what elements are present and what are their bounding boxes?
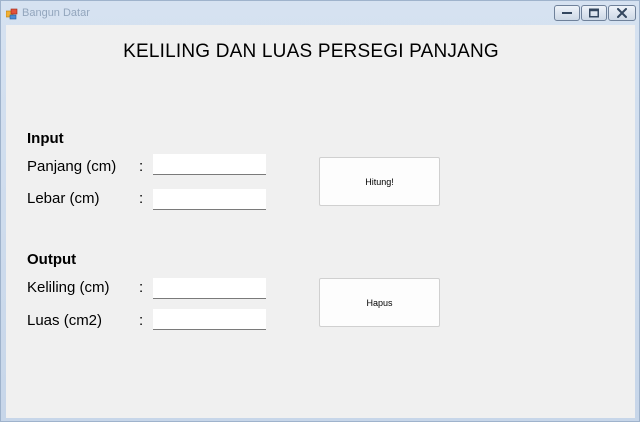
panjang-colon: : <box>139 158 144 175</box>
luas-output[interactable] <box>153 309 266 330</box>
output-section-title: Output <box>27 251 77 268</box>
lebar-colon: : <box>139 190 144 207</box>
panjang-input[interactable] <box>153 154 266 175</box>
app-window: Bangun Datar KELILING DAN LUAS PERSEGI P… <box>0 0 640 422</box>
keliling-label: Keliling (cm) <box>27 279 110 296</box>
keliling-colon: : <box>139 279 144 296</box>
hitung-button[interactable]: Hitung! <box>319 157 440 206</box>
panjang-label: Panjang (cm) <box>27 158 117 175</box>
maximize-button[interactable] <box>581 5 607 21</box>
windows-forms-app-icon <box>5 7 18 20</box>
close-button[interactable] <box>608 5 636 21</box>
form-heading: KELILING DAN LUAS PERSEGI PANJANG <box>123 41 499 62</box>
hapus-button[interactable]: Hapus <box>319 278 440 327</box>
window-title: Bangun Datar <box>22 7 90 19</box>
input-section-title: Input <box>27 130 64 147</box>
luas-colon: : <box>139 312 144 329</box>
lebar-input[interactable] <box>153 189 266 210</box>
lebar-label: Lebar (cm) <box>27 190 100 207</box>
minimize-button[interactable] <box>554 5 580 21</box>
keliling-output[interactable] <box>153 278 266 299</box>
luas-label: Luas (cm2) <box>27 312 103 329</box>
title-bar[interactable]: Bangun Datar <box>1 1 639 25</box>
form-client-area: KELILING DAN LUAS PERSEGI PANJANG Input … <box>6 25 635 418</box>
